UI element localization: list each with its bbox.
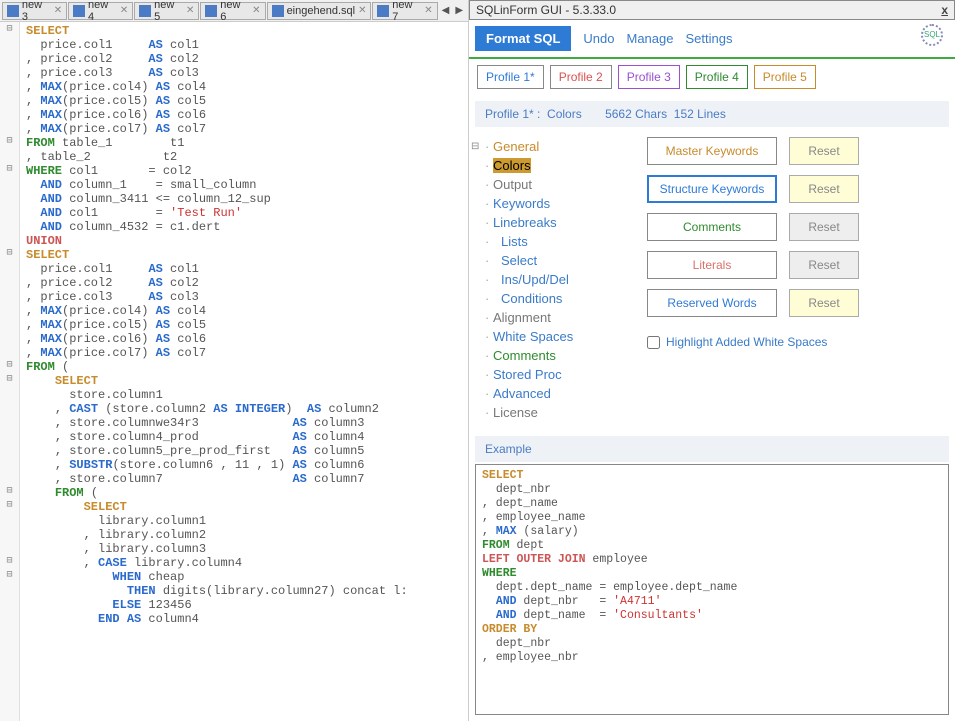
tree-storedproc[interactable]: Stored Proc <box>487 365 627 384</box>
tree-keywords[interactable]: Keywords <box>487 194 627 213</box>
tree-insupddel[interactable]: Ins/Upd/Del <box>487 270 627 289</box>
close-icon[interactable]: ✕ <box>424 5 432 16</box>
tree-whitespaces[interactable]: White Spaces <box>487 327 627 346</box>
literals-button[interactable]: Literals <box>647 251 777 279</box>
fold-gutter: ⊟ ⊟ ⊟ ⊟ ⊟⊟ ⊟⊟ ⊟⊟ <box>0 22 20 721</box>
code-editor[interactable]: ⊟ ⊟ ⊟ ⊟ ⊟⊟ ⊟⊟ ⊟⊟ SELECT price.col1 AS co… <box>0 22 468 721</box>
reset-button[interactable]: Reset <box>789 213 859 241</box>
file-tab[interactable]: eingehend.sql✕ <box>267 2 372 20</box>
file-icon <box>7 5 19 17</box>
highlight-whitespace-label: Highlight Added White Spaces <box>666 335 827 349</box>
profile-tab-4[interactable]: Profile 4 <box>686 65 748 89</box>
separator <box>469 57 955 59</box>
undo-link[interactable]: Undo <box>583 31 614 46</box>
color-button-grid: Master Keywords Reset Structure Keywords… <box>647 137 947 422</box>
close-icon[interactable]: ✕ <box>54 5 62 16</box>
tree-select[interactable]: Select <box>487 251 627 270</box>
close-icon[interactable]: ✕ <box>358 5 366 16</box>
settings-tree: General Colors Output Keywords Linebreak… <box>477 137 627 422</box>
example-code[interactable]: SELECT dept_nbr , dept_name , employee_n… <box>475 464 949 715</box>
tree-lists[interactable]: Lists <box>487 232 627 251</box>
file-tab[interactable]: new 4✕ <box>68 2 133 20</box>
tab-prev-icon[interactable]: ◀ <box>439 5 453 16</box>
profile-tabs: Profile 1* Profile 2 Profile 3 Profile 4… <box>469 65 955 97</box>
tree-output[interactable]: Output <box>487 175 627 194</box>
reset-button[interactable]: Reset <box>789 175 859 203</box>
tree-alignment[interactable]: Alignment <box>487 308 627 327</box>
status-bar: Profile 1* : Colors 5662 Chars 152 Lines <box>475 101 949 127</box>
highlight-whitespace-checkbox[interactable] <box>647 336 660 349</box>
comments-button[interactable]: Comments <box>647 213 777 241</box>
close-icon[interactable]: ✕ <box>252 5 260 16</box>
window-titlebar: SQLinForm GUI - 5.3.33.0 x <box>469 0 955 20</box>
reset-button[interactable]: Reset <box>789 137 859 165</box>
main-toolbar: Format SQL Undo Manage Settings SQL <box>469 20 955 57</box>
close-icon[interactable]: ✕ <box>186 5 194 16</box>
file-icon <box>205 5 217 17</box>
structure-keywords-button[interactable]: Structure Keywords <box>647 175 777 203</box>
file-icon <box>73 5 85 17</box>
file-tab[interactable]: new 3✕ <box>2 2 67 20</box>
format-sql-button[interactable]: Format SQL <box>475 26 571 51</box>
tree-general[interactable]: General <box>487 137 627 156</box>
manage-link[interactable]: Manage <box>626 31 673 46</box>
file-tabs-bar: new 3✕ new 4✕ new 5✕ new 6✕ eingehend.sq… <box>0 0 468 22</box>
tree-conditions[interactable]: Conditions <box>487 289 627 308</box>
tree-advanced[interactable]: Advanced <box>487 384 627 403</box>
tree-colors[interactable]: Colors <box>493 158 531 173</box>
tree-license[interactable]: License <box>487 403 627 422</box>
app-logo-icon: SQL <box>921 24 943 46</box>
tree-linebreaks[interactable]: Linebreaks <box>487 213 627 232</box>
file-tab[interactable]: new 5✕ <box>134 2 199 20</box>
file-tab[interactable]: new 7✕ <box>372 2 437 20</box>
window-title: SQLinForm GUI - 5.3.33.0 <box>476 3 616 17</box>
profile-tab-1[interactable]: Profile 1* <box>477 65 544 89</box>
profile-tab-2[interactable]: Profile 2 <box>550 65 612 89</box>
code-content[interactable]: SELECT price.col1 AS col1 , price.col2 A… <box>20 22 468 721</box>
file-icon <box>377 5 389 17</box>
close-icon[interactable]: x <box>941 3 948 17</box>
close-icon[interactable]: ✕ <box>120 5 128 16</box>
profile-tab-3[interactable]: Profile 3 <box>618 65 680 89</box>
file-tab[interactable]: new 6✕ <box>200 2 265 20</box>
tab-next-icon[interactable]: ▶ <box>452 5 466 16</box>
profile-tab-5[interactable]: Profile 5 <box>754 65 816 89</box>
reset-button[interactable]: Reset <box>789 289 859 317</box>
file-icon <box>272 5 284 17</box>
master-keywords-button[interactable]: Master Keywords <box>647 137 777 165</box>
reset-button[interactable]: Reset <box>789 251 859 279</box>
example-header: Example <box>475 436 949 462</box>
file-icon <box>139 5 151 17</box>
tree-comments[interactable]: Comments <box>487 346 627 365</box>
settings-link[interactable]: Settings <box>685 31 732 46</box>
reserved-words-button[interactable]: Reserved Words <box>647 289 777 317</box>
